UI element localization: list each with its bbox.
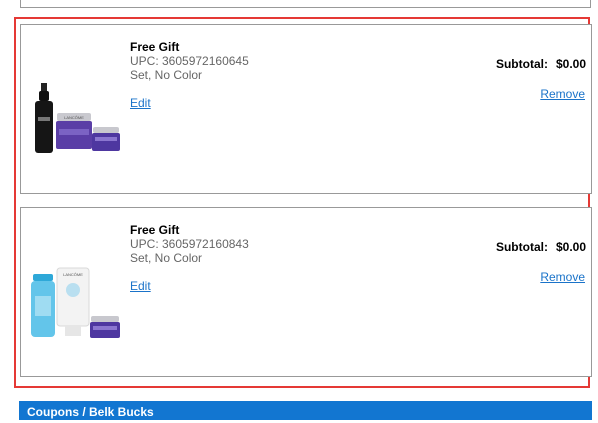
item-subtotal: Subtotal: $0.00 [496,240,586,254]
previous-item-card [20,0,591,8]
item-title: Free Gift [130,40,180,54]
item-variant: Set, No Color [130,251,203,265]
remove-link[interactable]: Remove [540,87,585,101]
subtotal-label: Subtotal: [495,240,548,254]
item-details: Free Gift UPC: 3605972160843 Set, No Col… [130,223,249,295]
product-image[interactable]: LANCÔME [29,266,121,346]
remove-link[interactable]: Remove [540,270,585,284]
subtotal-value: $0.00 [555,240,586,254]
coupons-section-header[interactable]: Coupons / Belk Bucks [19,401,592,420]
item-variant: Set, No Color [130,68,203,82]
subtotal-value: $0.00 [555,57,586,71]
item-title: Free Gift [130,223,180,237]
brand-text: LANCÔME [63,272,83,277]
subtotal-label: Subtotal: [495,57,548,71]
item-upc: UPC: 3605972160645 [130,54,249,68]
item-upc: UPC: 3605972160843 [130,237,249,251]
edit-link[interactable]: Edit [130,96,151,110]
brand-text: LANCÔME [64,115,84,120]
product-image[interactable]: LANCÔME [29,83,121,163]
item-details: Free Gift UPC: 3605972160645 Set, No Col… [130,40,249,112]
edit-link[interactable]: Edit [130,279,151,293]
cart-item-card: LANCÔME Free Gift UPC: 3605972160843 Set… [20,207,592,377]
cart-item-card: LANCÔME Free Gift UPC: 3605972160645 Set… [20,24,592,194]
item-subtotal: Subtotal: $0.00 [496,57,586,71]
